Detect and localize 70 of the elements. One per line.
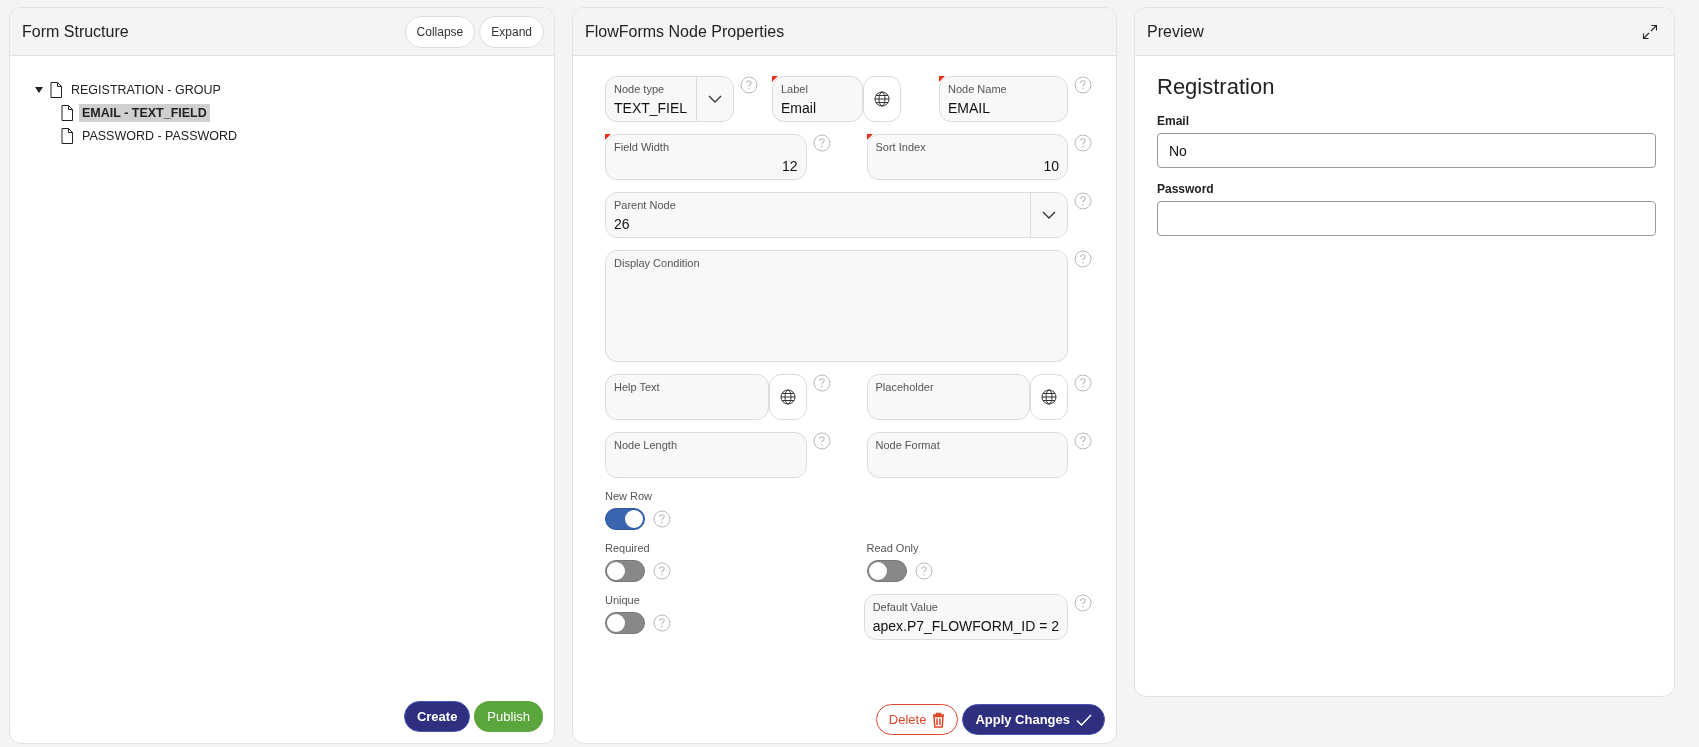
tree-item[interactable]: PASSWORD - PASSWORD bbox=[79, 126, 241, 145]
toggle-switch[interactable] bbox=[605, 560, 645, 582]
help-icon[interactable] bbox=[1074, 134, 1092, 152]
toggle-switch[interactable] bbox=[605, 612, 645, 634]
panel-title: Preview bbox=[1147, 22, 1204, 41]
field-label: Email bbox=[1157, 114, 1190, 128]
panel-title: FlowForms Node Properties bbox=[585, 22, 785, 41]
toggle-label: Unique bbox=[605, 594, 641, 606]
required-marker bbox=[605, 134, 611, 140]
required-marker bbox=[772, 76, 778, 82]
toggle-label: New Row bbox=[605, 490, 654, 502]
check-icon bbox=[1076, 713, 1092, 726]
file-icon bbox=[61, 104, 73, 121]
text-field[interactable]: Label Email bbox=[772, 76, 863, 122]
toggle-switch[interactable] bbox=[605, 508, 645, 530]
text-field[interactable]: Default Value apex.P7_FLOWFORM_ID = 2 bbox=[863, 594, 1068, 640]
help-icon[interactable] bbox=[1074, 76, 1092, 94]
help-icon[interactable] bbox=[1074, 374, 1092, 392]
help-icon[interactable] bbox=[914, 562, 933, 580]
trash-icon bbox=[932, 711, 946, 728]
help-icon[interactable] bbox=[653, 562, 671, 580]
help-icon[interactable] bbox=[1074, 250, 1092, 268]
translate-button[interactable] bbox=[768, 374, 807, 420]
help-icon[interactable] bbox=[1074, 192, 1092, 210]
text-field[interactable]: Sort Index 10 bbox=[866, 134, 1068, 180]
form-heading: Registration bbox=[1157, 74, 1276, 100]
header-button[interactable]: Expand bbox=[479, 15, 544, 48]
globe-icon bbox=[779, 389, 796, 405]
help-icon[interactable] bbox=[812, 432, 831, 450]
tree-item[interactable]: REGISTRATION - GROUP bbox=[68, 80, 224, 99]
select-field[interactable]: Node type TEXT_FIEL bbox=[605, 76, 734, 122]
chevron-down-icon bbox=[1042, 211, 1056, 219]
text-field[interactable]: Node Name EMAIL bbox=[939, 76, 1068, 122]
apply-button[interactable]: Apply Changes bbox=[962, 704, 1105, 735]
toggle-label: Read Only bbox=[866, 542, 920, 554]
toggle-label: Required bbox=[605, 542, 651, 554]
text-field[interactable]: Field Width 12 bbox=[605, 134, 807, 180]
create-button[interactable]: Create bbox=[403, 701, 471, 732]
help-icon[interactable] bbox=[812, 374, 831, 392]
globe-icon bbox=[874, 91, 890, 107]
text-field[interactable]: Placeholder bbox=[866, 374, 1030, 420]
translate-button[interactable] bbox=[1030, 374, 1068, 420]
textarea-field[interactable]: Display Condition bbox=[605, 250, 1068, 362]
required-marker bbox=[866, 134, 873, 140]
globe-icon bbox=[1041, 389, 1057, 405]
panel-title: Form Structure bbox=[22, 22, 129, 41]
select-field[interactable]: Parent Node 26 bbox=[605, 192, 1068, 238]
text-field[interactable]: Node Length bbox=[605, 432, 807, 478]
delete-button[interactable]: Delete bbox=[875, 704, 959, 735]
file-icon bbox=[61, 127, 73, 144]
help-icon[interactable] bbox=[740, 76, 758, 94]
expand-icon[interactable] bbox=[1642, 23, 1658, 40]
help-icon[interactable] bbox=[1074, 432, 1092, 450]
translate-button[interactable] bbox=[863, 76, 901, 122]
input-field[interactable]: No bbox=[1157, 133, 1656, 168]
chevron-down-icon bbox=[708, 95, 722, 103]
text-field[interactable]: Node Format bbox=[866, 432, 1068, 478]
required-marker bbox=[939, 76, 945, 82]
help-icon[interactable] bbox=[653, 510, 671, 528]
help-icon[interactable] bbox=[812, 134, 831, 152]
tree-item[interactable]: EMAIL - TEXT_FIELD bbox=[79, 103, 210, 122]
field-label: Password bbox=[1157, 182, 1215, 196]
toggle-switch[interactable] bbox=[866, 560, 907, 582]
caret-icon[interactable] bbox=[34, 84, 44, 95]
file-icon bbox=[50, 81, 62, 98]
help-icon[interactable] bbox=[653, 614, 671, 632]
help-icon[interactable] bbox=[1074, 594, 1092, 612]
input-field[interactable] bbox=[1157, 201, 1656, 236]
header-button[interactable]: Collapse bbox=[404, 15, 476, 48]
text-field[interactable]: Help Text bbox=[605, 374, 769, 420]
